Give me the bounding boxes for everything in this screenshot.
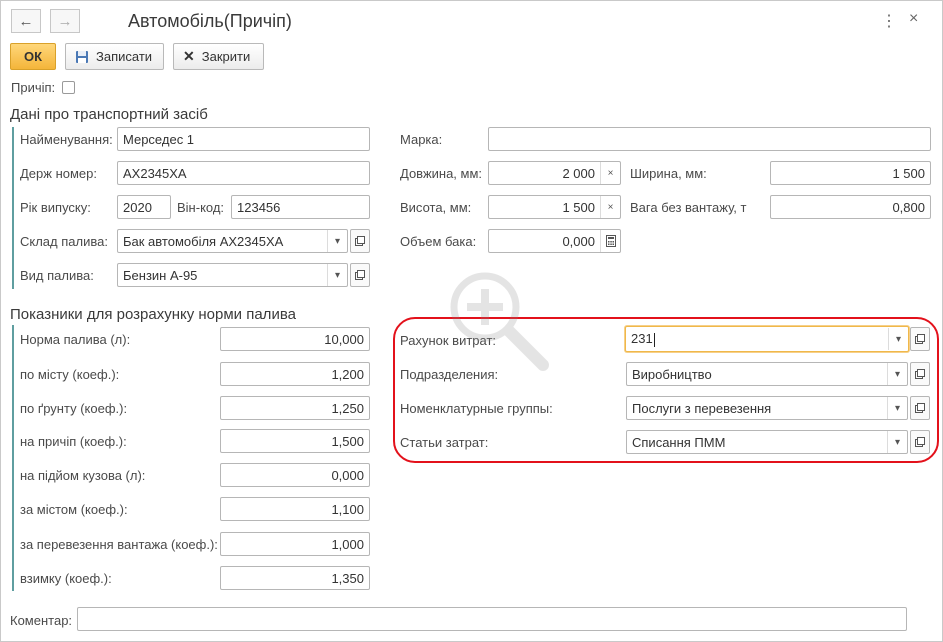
winter-coef-value: 1,350	[331, 570, 364, 586]
more-icon[interactable]: ⋮	[881, 11, 897, 31]
back-arrow-icon: ←	[18, 12, 34, 30]
ground-coef-field[interactable]: 1,250	[220, 396, 370, 420]
name-value: Мерседес 1	[123, 131, 195, 147]
close-icon[interactable]: ×	[909, 10, 918, 28]
fuel-storage-select[interactable]: Бак автомобіля АХ2345ХА ▾	[117, 229, 348, 253]
ground-coef-value: 1,250	[331, 400, 364, 416]
trailer-coef-value: 1,500	[331, 433, 364, 449]
width-value: 1 500	[892, 165, 925, 181]
winter-coef-field[interactable]: 1,350	[220, 566, 370, 590]
winter-coef-label: взимку (коеф.):	[20, 571, 112, 586]
body-lift-field[interactable]: 0,000	[220, 463, 370, 487]
fuel-type-select[interactable]: Бензин А-95 ▾	[117, 263, 348, 287]
city-coef-label: по місту (коеф.):	[20, 367, 120, 382]
plate-label: Держ номер:	[20, 166, 97, 181]
city-coef-field[interactable]: 1,200	[220, 362, 370, 386]
dropdown-arrow-icon[interactable]: ▾	[327, 264, 347, 286]
fuel-storage-value: Бак автомобіля АХ2345ХА	[123, 233, 284, 249]
back-button[interactable]: ←	[11, 9, 41, 33]
plate-value: АХ2345ХА	[123, 165, 187, 181]
form-window: ← → Автомобіль(Причіп) ⋮ × ОК Записати ✕…	[0, 0, 943, 642]
length-field[interactable]: 2 000 ×	[488, 161, 621, 185]
open-icon	[355, 270, 365, 280]
body-lift-value: 0,000	[331, 467, 364, 483]
length-label: Довжина, мм:	[400, 166, 483, 181]
weight-value: 0,800	[892, 199, 925, 215]
clear-icon[interactable]: ×	[600, 196, 620, 218]
outside-city-label: за містом (коеф.):	[20, 502, 128, 517]
height-field[interactable]: 1 500 ×	[488, 195, 621, 219]
weight-field[interactable]: 0,800	[770, 195, 931, 219]
trailer-checkbox[interactable]	[62, 81, 75, 94]
body-lift-label: на підйом кузова (л):	[20, 468, 146, 483]
brand-label: Марка:	[400, 132, 443, 147]
dropdown-arrow-icon[interactable]: ▾	[327, 230, 347, 252]
close-form-button[interactable]: ✕ Закрити	[173, 43, 264, 70]
vin-label: Він-код:	[177, 200, 225, 215]
vin-value: 123456	[237, 199, 281, 215]
year-label: Рік випуску:	[20, 200, 91, 215]
save-icon	[76, 50, 88, 63]
trailer-coef-label: на причіп (коеф.):	[20, 434, 127, 449]
outside-city-field[interactable]: 1,100	[220, 497, 370, 521]
open-icon	[355, 236, 365, 246]
trailer-coef-field[interactable]: 1,500	[220, 429, 370, 453]
tank-value: 0,000	[562, 233, 595, 249]
norm-value: 10,000	[324, 331, 364, 347]
vin-field[interactable]: 123456	[231, 195, 370, 219]
cargo-coef-value: 1,000	[331, 536, 364, 552]
fuel-storage-open-button[interactable]	[350, 229, 370, 253]
ground-coef-label: по ґрунту (коеф.):	[20, 401, 128, 416]
cargo-coef-label: за перевезення вантажа (коеф.):	[20, 537, 218, 552]
section-divider	[12, 325, 14, 591]
ok-label: ОК	[23, 49, 43, 64]
norm-field[interactable]: 10,000	[220, 327, 370, 351]
trailer-label: Причіп:	[11, 80, 56, 95]
length-value: 2 000	[562, 165, 595, 181]
year-value: 2020	[123, 199, 152, 215]
width-field[interactable]: 1 500	[770, 161, 931, 185]
clear-icon[interactable]: ×	[600, 162, 620, 184]
section-divider	[12, 127, 14, 289]
norms-section-title: Показники для розрахунку норми палива	[10, 306, 296, 323]
city-coef-value: 1,200	[331, 366, 364, 382]
fuel-type-label: Вид палива:	[20, 268, 94, 283]
name-label: Найменування:	[20, 132, 113, 147]
height-value: 1 500	[562, 199, 595, 215]
name-field[interactable]: Мерседес 1	[117, 127, 370, 151]
norm-label: Норма палива (л):	[20, 332, 131, 347]
height-label: Висота, мм:	[400, 200, 472, 215]
weight-label: Вага без вантажу, т	[630, 200, 747, 215]
fuel-type-value: Бензин А-95	[123, 267, 198, 283]
comment-label: Коментар:	[10, 613, 73, 628]
fuel-type-open-button[interactable]	[350, 263, 370, 287]
plate-field[interactable]: АХ2345ХА	[117, 161, 370, 185]
tank-label: Объем бака:	[400, 234, 477, 249]
page-title: Автомобіль(Причіп)	[128, 11, 292, 31]
brand-field[interactable]	[488, 127, 931, 151]
forward-arrow-icon: →	[57, 12, 73, 30]
forward-button[interactable]: →	[50, 9, 80, 33]
tank-field[interactable]: 0,000	[488, 229, 621, 253]
outside-city-value: 1,100	[331, 501, 364, 517]
vehicle-section-title: Дані про транспортний засіб	[10, 106, 208, 123]
save-button[interactable]: Записати	[65, 43, 164, 70]
width-label: Ширина, мм:	[630, 166, 707, 181]
close-label: Закрити	[201, 49, 251, 64]
zoom-plus-icon	[450, 272, 549, 371]
year-field[interactable]: 2020	[117, 195, 171, 219]
calculator-icon[interactable]	[600, 230, 620, 252]
ok-button[interactable]: ОК	[10, 43, 56, 70]
fuel-storage-label: Склад палива:	[20, 234, 108, 249]
save-label: Записати	[96, 49, 153, 64]
comment-field[interactable]	[77, 607, 907, 631]
cargo-coef-field[interactable]: 1,000	[220, 532, 370, 556]
close-x-icon: ✕	[183, 48, 195, 64]
